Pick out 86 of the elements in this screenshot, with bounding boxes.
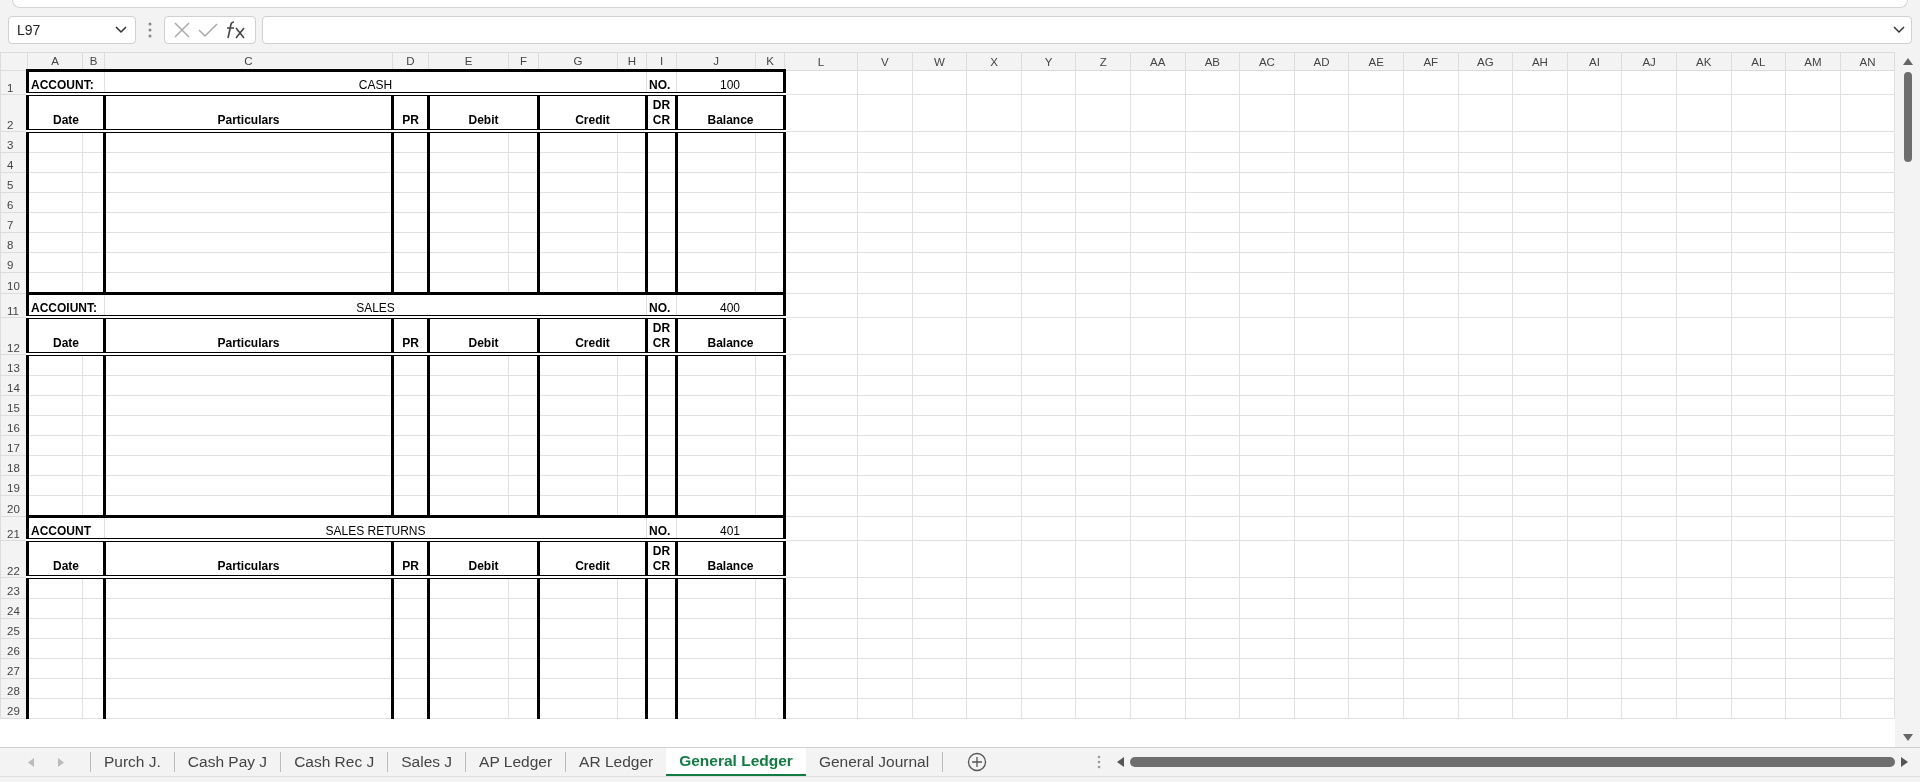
- column-header[interactable]: AN: [1840, 52, 1895, 71]
- checkmark-icon[interactable]: [198, 22, 218, 38]
- account-number-label: NO.: [646, 70, 677, 94]
- ledger-column-heading: Particulars: [104, 540, 393, 577]
- add-sheet-icon[interactable]: [967, 752, 988, 772]
- account-number: 100: [676, 70, 785, 94]
- more-options-icon[interactable]: [148, 22, 152, 38]
- column-header[interactable]: C: [104, 52, 393, 71]
- account-label: ACCOIUNT:: [27, 293, 105, 317]
- column-header[interactable]: AD: [1294, 52, 1349, 71]
- column-header[interactable]: AJ: [1621, 52, 1677, 71]
- column-header[interactable]: AF: [1403, 52, 1459, 71]
- ledger-column-heading: PR: [392, 317, 429, 354]
- column-header[interactable]: F: [508, 52, 539, 71]
- ledger-column-heading: Date: [27, 317, 105, 354]
- column-header[interactable]: L: [784, 52, 858, 71]
- sheet-tab[interactable]: Cash Pay J: [173, 752, 281, 772]
- column-header[interactable]: A: [27, 52, 83, 71]
- column-header[interactable]: AL: [1731, 52, 1786, 71]
- ledger-column-heading: Credit: [538, 94, 647, 131]
- account-number-label: NO.: [646, 516, 677, 540]
- column-header[interactable]: W: [912, 52, 967, 71]
- column-header[interactable]: AK: [1676, 52, 1731, 71]
- ledger-column-heading: Balance: [676, 94, 785, 131]
- account-number: 400: [676, 293, 785, 317]
- column-header[interactable]: AM: [1785, 52, 1841, 71]
- sheet-tab[interactable]: General Ledger: [666, 748, 806, 776]
- function-icon[interactable]: [225, 20, 248, 40]
- account-number: 401: [676, 516, 785, 540]
- scroll-up-icon[interactable]: [1902, 58, 1913, 65]
- column-header[interactable]: H: [617, 52, 647, 71]
- ledger-column-heading: Debit: [428, 540, 539, 577]
- name-box[interactable]: L97: [8, 16, 136, 44]
- chevron-down-icon[interactable]: [1893, 26, 1905, 34]
- ledger-column-heading: DR CR: [646, 317, 677, 354]
- ledger-column-heading: Date: [27, 94, 105, 131]
- chevron-down-icon: [115, 26, 127, 34]
- column-header[interactable]: AA: [1130, 52, 1186, 71]
- sheet-tab[interactable]: General Journal: [805, 752, 944, 772]
- ledger-column-heading: PR: [392, 94, 429, 131]
- vertical-scrollbar[interactable]: [1895, 52, 1920, 747]
- ledger-column-heading: Particulars: [104, 317, 393, 354]
- column-header[interactable]: J: [676, 52, 756, 71]
- sheet-tab[interactable]: Purch J.: [90, 752, 174, 772]
- account-name: CASH: [104, 70, 647, 94]
- column-header[interactable]: D: [392, 52, 429, 71]
- column-header[interactable]: E: [428, 52, 509, 71]
- ledger-column-heading: Particulars: [104, 94, 393, 131]
- ledger-column-heading: Balance: [676, 317, 785, 354]
- account-label: ACCOUNT:: [27, 70, 105, 94]
- ledger-column-heading: Credit: [538, 317, 647, 354]
- column-header[interactable]: X: [966, 52, 1022, 71]
- account-label: ACCOUNT: [27, 516, 105, 540]
- column-header[interactable]: AE: [1348, 52, 1404, 71]
- column-header[interactable]: I: [646, 52, 677, 71]
- column-header[interactable]: Z: [1075, 52, 1131, 71]
- account-name: SALES RETURNS: [104, 516, 647, 540]
- column-header[interactable]: AG: [1458, 52, 1513, 71]
- sheet-tab[interactable]: Sales J: [387, 752, 466, 772]
- sheet-tab[interactable]: AP Ledger: [465, 752, 566, 772]
- ledger-column-heading: DR CR: [646, 540, 677, 577]
- sheet-tab[interactable]: Cash Rec J: [280, 752, 388, 772]
- column-header[interactable]: B: [82, 52, 105, 71]
- column-header[interactable]: AI: [1567, 52, 1622, 71]
- account-name: SALES: [104, 293, 647, 317]
- column-header[interactable]: V: [857, 52, 913, 71]
- ledger-column-heading: Credit: [538, 540, 647, 577]
- column-header[interactable]: G: [538, 52, 618, 71]
- scroll-down-icon[interactable]: [1902, 734, 1913, 741]
- ledger-column-heading: PR: [392, 540, 429, 577]
- column-header[interactable]: AC: [1239, 52, 1295, 71]
- scroll-left-icon[interactable]: [1117, 757, 1125, 767]
- ledger-column-heading: DR CR: [646, 94, 677, 131]
- ledger-column-heading: Debit: [428, 317, 539, 354]
- column-header[interactable]: K: [755, 52, 785, 71]
- column-header[interactable]: AB: [1185, 52, 1240, 71]
- ledger-column-heading: Balance: [676, 540, 785, 577]
- account-number-label: NO.: [646, 293, 677, 317]
- scroll-right-icon[interactable]: [1901, 757, 1908, 767]
- more-options-icon[interactable]: [1097, 755, 1102, 769]
- formula-input-field[interactable]: [262, 16, 1912, 44]
- column-header[interactable]: AH: [1512, 52, 1568, 71]
- scrollbar-thumb[interactable]: [1903, 72, 1912, 162]
- ledger-column-heading: Date: [27, 540, 105, 577]
- ledger-column-heading: Debit: [428, 94, 539, 131]
- column-header[interactable]: Y: [1021, 52, 1076, 71]
